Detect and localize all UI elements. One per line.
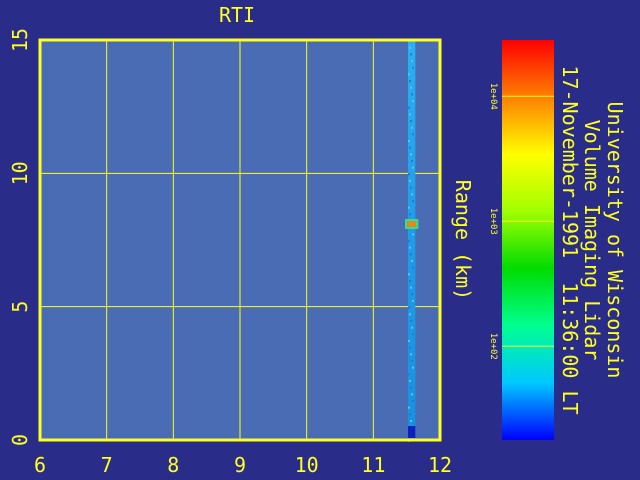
y-tick-group: 15 <box>8 28 32 52</box>
data-strip-speckle <box>410 153 412 156</box>
x-tick-label: 9 <box>234 453 246 477</box>
y-tick-label: 5 <box>8 301 32 313</box>
colorbar-tick-label: 1e+04 <box>488 83 498 110</box>
data-strip-speckle <box>409 46 411 49</box>
y-tick-group: 10 <box>8 161 32 185</box>
data-strip-speckle <box>410 320 412 322</box>
data-strip-speckle <box>412 166 414 169</box>
data-strip-speckle <box>408 73 410 76</box>
x-tick-label: 7 <box>101 453 113 477</box>
data-strip-speckle <box>408 306 410 309</box>
x-tick-label: 11 <box>361 453 385 477</box>
data-strip-speckle <box>409 80 411 82</box>
data-strip-speckle <box>411 60 413 62</box>
colorbar-tick-group: 1e+03 <box>488 208 498 235</box>
data-strip-speckle <box>410 120 412 122</box>
data-strip-speckle <box>409 346 411 349</box>
colorbar-tick-group: 1e+04 <box>488 83 498 110</box>
data-strip-speckle <box>412 100 414 102</box>
x-tick-label: 10 <box>295 453 319 477</box>
annotation-line2: Volume Imaging Lidar <box>580 120 604 361</box>
data-strip-speckle <box>409 113 411 116</box>
data-feature-peak <box>407 221 417 227</box>
rti-chart: 6 7 8 9 10 11 12 0 5 10 15 RTI Range (km) 1e+02 1e… <box>8 3 627 477</box>
data-strip-speckle <box>409 146 411 149</box>
y-tick-label: 10 <box>8 161 32 185</box>
x-tick-label: 12 <box>428 453 452 477</box>
data-feature-low <box>408 426 416 438</box>
data-strip-speckle <box>412 200 414 202</box>
colorbar-tick-label: 1e+02 <box>488 333 498 360</box>
data-strip-speckle <box>408 373 410 376</box>
data-strip-speckle <box>411 326 413 329</box>
data-strip-speckle <box>410 253 412 256</box>
data-strip-speckle <box>410 53 412 56</box>
x-tick-label: 6 <box>34 453 46 477</box>
data-strip-speckle <box>410 286 412 289</box>
data-strip-speckle <box>409 313 411 316</box>
y-tick-group: 0 <box>8 434 32 446</box>
data-strip-speckle <box>412 233 414 236</box>
data-strip-speckle <box>409 413 411 416</box>
data-strip-speckle <box>408 406 410 409</box>
annotation-line1: University of Wisconsin <box>603 102 627 379</box>
data-strip-speckle <box>410 353 412 356</box>
data-strip-speckle <box>408 340 410 342</box>
data-strip-speckle <box>411 393 413 396</box>
y-tick-label: 0 <box>8 434 32 446</box>
data-strip-speckle <box>409 380 411 382</box>
data-strip-speckle <box>410 86 412 89</box>
data-strip-speckle <box>412 300 414 302</box>
data-strip-speckle <box>408 106 410 109</box>
colorbar-tick-group: 1e+02 <box>488 333 498 360</box>
data-strip-speckle <box>409 280 411 282</box>
data-strip-speckle <box>411 160 413 162</box>
data-strip-speckle <box>412 66 414 69</box>
colorbar-tick-label: 1e+03 <box>488 208 498 235</box>
data-strip-speckle <box>408 240 410 242</box>
annotation-line2-group: Volume Imaging Lidar <box>580 120 604 361</box>
annotation-line3-group: 17-November-1991 11:36:00 LT <box>558 65 582 414</box>
y-axis-ticks: 0 5 10 15 <box>8 28 32 446</box>
data-strip-speckle <box>410 420 412 422</box>
data-strip-speckle <box>410 186 412 189</box>
x-axis-ticks: 6 7 8 9 10 11 12 <box>34 453 452 477</box>
data-strip-speckle <box>409 246 411 249</box>
data-strip-speckle <box>411 360 413 362</box>
data-strip-speckle <box>408 273 410 276</box>
data-strip-speckle <box>411 293 413 296</box>
data-strip-speckle <box>410 386 412 389</box>
annotation-line3: 17-November-1991 11:36:00 LT <box>558 65 582 414</box>
chart-title: RTI <box>219 3 255 27</box>
data-strip-speckle <box>411 93 413 96</box>
data-strip-speckle <box>411 260 413 262</box>
y-tick-group: 5 <box>8 301 32 313</box>
data-strip-speckle <box>409 213 411 216</box>
data-strip-speckle <box>412 333 414 336</box>
colorbar <box>502 40 554 440</box>
data-strip-speckle <box>411 193 413 196</box>
y-axis-label: Range (km) <box>451 180 475 300</box>
data-strip-speckle <box>408 206 410 209</box>
annotation-line1-group: University of Wisconsin <box>603 102 627 379</box>
data-strip-speckle <box>411 126 413 129</box>
data-strip-speckle <box>412 266 414 269</box>
data-strip-speckle <box>412 133 414 136</box>
y-tick-label: 15 <box>8 28 32 52</box>
x-tick-label: 8 <box>167 453 179 477</box>
data-strip-speckle <box>408 140 410 142</box>
data-strip-speckle <box>409 180 411 182</box>
data-strip-speckle <box>412 366 414 369</box>
data-strip-speckle <box>412 400 414 402</box>
data-strip-speckle <box>408 173 410 176</box>
